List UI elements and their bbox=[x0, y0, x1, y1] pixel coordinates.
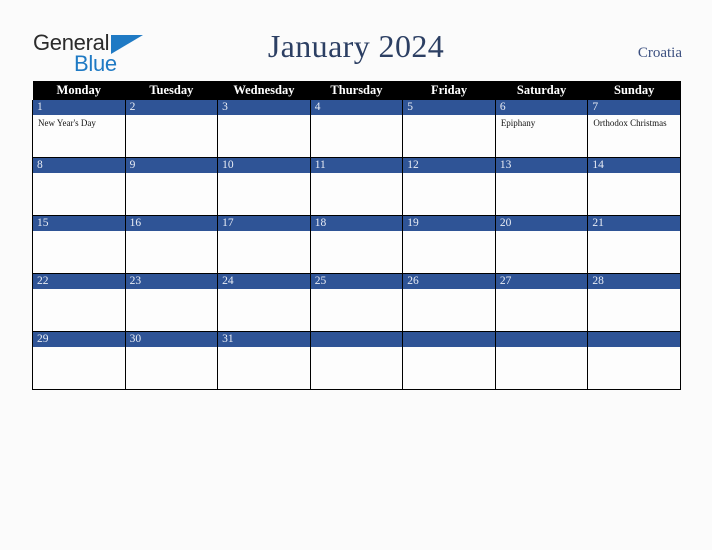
calendar-day-cell[interactable]: 11 bbox=[309, 157, 404, 216]
calendar-day-cell-empty[interactable] bbox=[494, 331, 589, 390]
day-number bbox=[310, 332, 403, 347]
calendar-day-cell[interactable]: 22 bbox=[32, 273, 126, 332]
calendar-day-cell[interactable]: 3 bbox=[217, 100, 311, 158]
day-number: 18 bbox=[310, 216, 403, 231]
day-number: 1 bbox=[33, 100, 125, 115]
calendar-week-row: 8 9 10 11 12 13 14 bbox=[32, 157, 681, 216]
calendar-day-cell[interactable]: 5 bbox=[402, 100, 496, 158]
calendar-day-cell[interactable]: 10 bbox=[217, 157, 311, 216]
calendar-day-cell[interactable]: 20 bbox=[494, 215, 589, 274]
weekday-header-tuesday: Tuesday bbox=[125, 81, 218, 100]
calendar-day-cell[interactable]: 26 bbox=[402, 273, 496, 332]
calendar-day-cell[interactable]: 31 bbox=[217, 331, 311, 390]
day-number: 12 bbox=[403, 158, 495, 173]
calendar-day-cell[interactable]: 13 bbox=[494, 157, 589, 216]
weekday-header-saturday: Saturday bbox=[495, 81, 588, 100]
calendar-day-cell[interactable]: 17 bbox=[217, 215, 311, 274]
day-number: 24 bbox=[218, 274, 310, 289]
calendar-day-cell[interactable]: 23 bbox=[124, 273, 219, 332]
day-number: 22 bbox=[33, 274, 125, 289]
calendar-day-cell[interactable]: 30 bbox=[124, 331, 219, 390]
calendar-day-cell[interactable]: 9 bbox=[124, 157, 219, 216]
day-event: Epiphany bbox=[500, 118, 536, 128]
country-label: Croatia bbox=[637, 45, 682, 61]
weekday-header-sunday: Sunday bbox=[587, 81, 681, 100]
calendar-body: 1 New Year's Day 2 3 4 5 6 Epiphany 7 Ortho… bbox=[32, 100, 681, 390]
page-title: January 2024 bbox=[267, 28, 445, 64]
calendar-day-cell[interactable]: 4 bbox=[309, 100, 404, 158]
calendar-week-row: 29 30 31 bbox=[32, 331, 681, 390]
calendar-table: Monday Tuesday Wednesday Thursday Friday… bbox=[32, 81, 681, 390]
day-number bbox=[403, 332, 495, 347]
day-number: 23 bbox=[125, 274, 218, 289]
calendar-week-row: 1 New Year's Day 2 3 4 5 6 Epiphany 7 Ortho… bbox=[32, 100, 681, 158]
calendar-day-cell[interactable]: 7 Orthodox Christmas bbox=[587, 100, 681, 158]
day-number: 16 bbox=[125, 216, 218, 231]
day-number bbox=[588, 332, 680, 347]
calendar-day-cell[interactable]: 24 bbox=[217, 273, 311, 332]
day-number: 29 bbox=[33, 332, 125, 347]
calendar-header-row: Monday Tuesday Wednesday Thursday Friday… bbox=[32, 81, 681, 100]
day-number: 5 bbox=[403, 100, 495, 115]
weekday-header-monday: Monday bbox=[32, 81, 126, 100]
day-number: 31 bbox=[218, 332, 310, 347]
day-number: 21 bbox=[588, 216, 680, 231]
page-header: General Blue January 2024 Croatia bbox=[0, 0, 712, 78]
calendar-day-cell-empty[interactable] bbox=[402, 331, 496, 390]
day-number: 9 bbox=[125, 158, 218, 173]
day-number: 11 bbox=[310, 158, 403, 173]
day-number: 28 bbox=[588, 274, 680, 289]
calendar-day-cell[interactable]: 21 bbox=[587, 215, 681, 274]
day-number: 2 bbox=[125, 100, 218, 115]
calendar-day-cell[interactable]: 12 bbox=[402, 157, 496, 216]
calendar-day-cell[interactable]: 16 bbox=[124, 215, 219, 274]
day-number: 15 bbox=[33, 216, 125, 231]
day-number: 7 bbox=[588, 100, 680, 115]
day-number: 20 bbox=[495, 216, 588, 231]
day-number: 30 bbox=[125, 332, 218, 347]
day-number: 8 bbox=[33, 158, 125, 173]
day-number bbox=[495, 332, 588, 347]
calendar-day-cell[interactable]: 18 bbox=[309, 215, 404, 274]
calendar-day-cell[interactable]: 1 New Year's Day bbox=[32, 100, 126, 158]
day-number: 19 bbox=[403, 216, 495, 231]
day-event: Orthodox Christmas bbox=[593, 118, 667, 128]
calendar-day-cell-empty[interactable] bbox=[587, 331, 681, 390]
calendar-day-cell[interactable]: 2 bbox=[124, 100, 219, 158]
day-number: 25 bbox=[310, 274, 403, 289]
day-number: 6 bbox=[495, 100, 588, 115]
day-number: 10 bbox=[218, 158, 310, 173]
day-number: 14 bbox=[588, 158, 680, 173]
calendar-page: General Blue January 2024 Croatia Monday… bbox=[0, 0, 712, 550]
calendar-day-cell-empty[interactable] bbox=[309, 331, 404, 390]
calendar-week-row: 15 16 17 18 19 20 21 bbox=[32, 215, 681, 274]
calendar-day-cell[interactable]: 14 bbox=[587, 157, 681, 216]
weekday-header-thursday: Thursday bbox=[310, 81, 403, 100]
calendar-day-cell[interactable]: 28 bbox=[587, 273, 681, 332]
day-number: 13 bbox=[495, 158, 588, 173]
weekday-header-friday: Friday bbox=[402, 81, 496, 100]
day-number: 27 bbox=[495, 274, 588, 289]
calendar-day-cell[interactable]: 8 bbox=[32, 157, 126, 216]
day-number: 17 bbox=[218, 216, 310, 231]
day-number: 3 bbox=[218, 100, 310, 115]
calendar-day-cell[interactable]: 25 bbox=[309, 273, 404, 332]
day-event: New Year's Day bbox=[38, 118, 96, 128]
calendar-day-cell[interactable]: 15 bbox=[32, 215, 126, 274]
day-number: 4 bbox=[310, 100, 403, 115]
calendar-day-cell[interactable]: 19 bbox=[402, 215, 496, 274]
day-number: 26 bbox=[403, 274, 495, 289]
calendar-day-cell[interactable]: 27 bbox=[494, 273, 589, 332]
calendar-week-row: 22 23 24 25 26 27 28 bbox=[32, 273, 681, 332]
weekday-header-wednesday: Wednesday bbox=[217, 81, 311, 100]
calendar-day-cell[interactable]: 6 Epiphany bbox=[494, 100, 589, 158]
calendar-day-cell[interactable]: 29 bbox=[32, 331, 126, 390]
